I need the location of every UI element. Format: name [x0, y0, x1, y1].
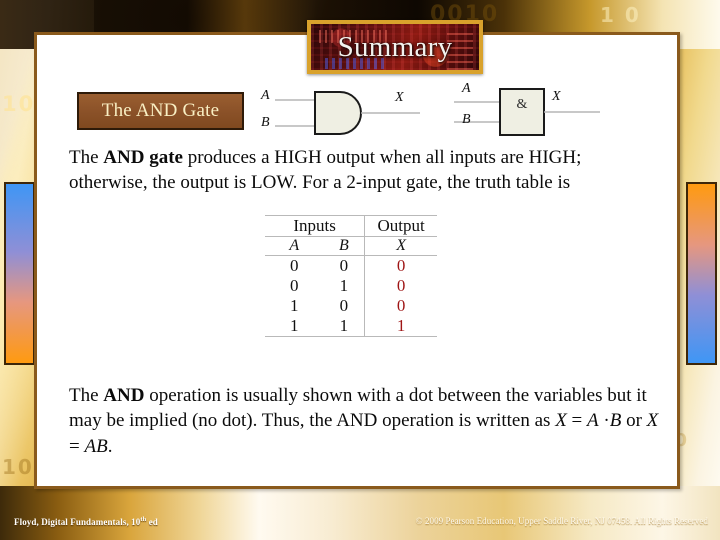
equation2-equals: =: [69, 435, 85, 457]
background-bottom-band: [0, 486, 720, 540]
equation2-ab: AB: [84, 435, 108, 457]
para-top-seg1: The: [69, 147, 104, 168]
table-row: 0 0 0: [265, 255, 437, 276]
para-bot-bold: AND: [103, 385, 145, 406]
gate2-input-a-label: A: [462, 81, 471, 96]
gate1-output-label: X: [395, 90, 404, 105]
truth-table-column-header-row: A B X: [265, 236, 437, 256]
table-row: 1 0 0: [265, 296, 437, 316]
cell-b: 0: [339, 256, 349, 275]
para-bot-seg1: The: [69, 385, 104, 406]
gate1-input-a-label: A: [261, 88, 270, 103]
cell-x: 0: [364, 255, 437, 276]
subhead-box: The AND Gate: [77, 92, 244, 130]
cell-a: 1: [265, 316, 324, 337]
truth-table: Inputs Output A B X 0 0 0 0 1 0 1 0 0 1 …: [265, 215, 437, 337]
and-gate-iec-rectangle: &: [454, 88, 600, 136]
truth-table-col-a: A: [265, 236, 324, 256]
paragraph-definition: The AND gate produces a HIGH output when…: [69, 145, 661, 196]
and-gate-distinctive-diagram: A B X: [255, 87, 440, 139]
background-digits-topright: 1 0: [600, 3, 641, 27]
content-panel: Summary The AND Gate A B X & A B X The A…: [34, 20, 680, 489]
accent-bar-right: [686, 182, 717, 365]
truth-table-col-b: B: [323, 236, 365, 256]
footer-attribution: Floyd, Digital Fundamentals, 10th ed: [14, 516, 158, 527]
equation2-x: X: [646, 410, 659, 432]
equation1-equals: =: [566, 410, 588, 432]
table-row: 1 1 1: [265, 316, 437, 337]
equation1-b: B: [609, 410, 622, 432]
cell-x: 1: [364, 316, 437, 337]
gate2-output-label: X: [552, 89, 561, 104]
cell-x: 0: [364, 296, 437, 316]
gate2-input-b-label: B: [462, 112, 471, 127]
cell-a: 0: [289, 256, 299, 275]
para-bot-mid: or: [621, 410, 647, 432]
cell-b: 1: [339, 276, 349, 295]
cell-b: 0: [339, 296, 349, 315]
cell-a: 0: [289, 276, 299, 295]
page-title: Summary: [337, 30, 453, 63]
accent-bar-left: [4, 182, 35, 365]
cell-b: 1: [323, 316, 365, 337]
truth-table-grid: Inputs Output A B X 0 0 0 0 1 0 1 0 0 1 …: [265, 215, 437, 337]
footer-attribution-tail: ed: [146, 517, 158, 527]
truth-table-col-x: X: [364, 236, 437, 256]
truth-table-group-header-row: Inputs Output: [265, 215, 437, 237]
gate1-input-b-label: B: [261, 115, 270, 130]
title-banner: Summary: [307, 20, 483, 74]
equation1-a: A: [587, 410, 599, 432]
cell-x: 0: [364, 276, 437, 296]
svg-text:&: &: [517, 97, 528, 112]
truth-table-group-inputs: Inputs: [265, 215, 365, 237]
footer-attribution-main: Floyd, Digital Fundamentals, 10: [14, 517, 141, 527]
para-bot-end: .: [107, 435, 113, 457]
slide-canvas: 1001 0010 1001 1 0 10 Summary The AND Ga…: [0, 0, 720, 540]
subhead-label: The AND Gate: [101, 100, 220, 121]
truth-table-group-output: Output: [364, 215, 437, 237]
footer-copyright: © 2009 Pearson Education, Upper Saddle R…: [415, 516, 708, 526]
equation1-x: X: [555, 410, 567, 432]
and-gate-iec-diagram: & A B X: [452, 81, 607, 141]
table-row: 0 1 0: [265, 276, 437, 296]
equation1-dot: ·: [598, 410, 610, 432]
cell-a: 1: [289, 296, 299, 315]
paragraph-notation: The AND operation is usually shown with …: [69, 383, 661, 459]
para-top-bold: AND gate: [103, 147, 183, 168]
and-gate-distinctive-shape: [275, 91, 420, 135]
